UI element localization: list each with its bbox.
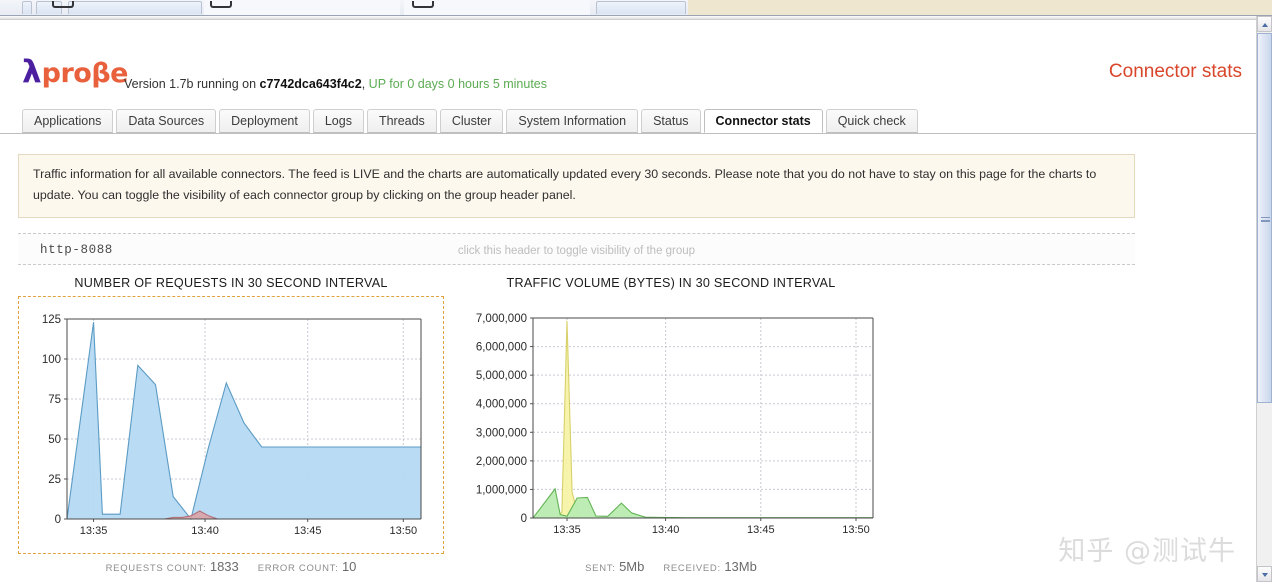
- browser-tab-notch-1: [52, 1, 74, 8]
- tab-label: Applications: [34, 114, 102, 128]
- y-tick-label: 3,000,000: [476, 427, 527, 439]
- tab-threads[interactable]: Threads: [366, 109, 437, 133]
- tab-label: Threads: [378, 114, 425, 128]
- browser-tab-notch-2: [210, 1, 232, 8]
- x-tick-label: 13:35: [80, 525, 108, 537]
- chart-traffic-footer: SENT: 5Mb RECEIVED: 13Mb: [461, 554, 881, 574]
- watermark: 知乎 @测试牛: [1058, 536, 1236, 567]
- chart-requests-frame: 0 25 50 75 100 125 13:35 13:40 13:45 13:50: [18, 296, 444, 554]
- tab-label: Connector stats: [715, 114, 811, 128]
- tab-label: Logs: [324, 114, 352, 128]
- sent-value: 5Mb: [619, 559, 645, 574]
- chart-svg: 0 25 50 75 100 125 13:35 13:40 13:45 13:50: [42, 314, 422, 537]
- chart-traffic-canvas: 0 1,000,000 2,000,000 3,000,000 4,000,000 5,0…: [461, 296, 881, 557]
- tab-label: System Information: [518, 114, 627, 128]
- x-tick-label: 13:45: [294, 525, 322, 537]
- uptime-text: UP for 0 days 0 hours 5 minutes: [365, 77, 548, 91]
- scrollbar-thumb[interactable]: [1257, 33, 1272, 403]
- browser-tab-notch-3: [412, 1, 434, 8]
- y-tick-label: 125: [42, 314, 61, 326]
- browser-tab-3[interactable]: [68, 1, 202, 14]
- received-label: RECEIVED:: [663, 563, 721, 574]
- x-tick-label: 13:35: [553, 524, 581, 536]
- lambda-glyph-icon: λ: [22, 54, 42, 90]
- chart-requests-title: NUMBER OF REQUESTS IN 30 SECOND INTERVAL: [74, 276, 388, 290]
- logo-wordmark: proβe: [41, 58, 129, 89]
- tab-list: Applications Data Sources Deployment Logs Th…: [22, 109, 918, 133]
- x-tick-label: 13:45: [747, 524, 775, 536]
- tab-cluster[interactable]: Cluster: [439, 109, 504, 133]
- main-tabbar: Applications Data Sources Deployment Logs Th…: [0, 109, 1256, 134]
- tab-logs[interactable]: Logs: [312, 109, 364, 133]
- tab-label: Deployment: [231, 114, 298, 128]
- tab-system-information[interactable]: System Information: [506, 109, 639, 133]
- chart-requests: NUMBER OF REQUESTS IN 30 SECOND INTERVAL…: [18, 276, 444, 574]
- requests-count-value: 1833: [209, 559, 239, 574]
- connector-group-toggle-hint: click this header to toggle visibility o…: [457, 245, 696, 257]
- error-count-label: ERROR COUNT:: [257, 563, 339, 574]
- browser-toolbar-field[interactable]: [204, 0, 400, 15]
- page-content: λproβe Version 1.7b running on c7742dca6…: [0, 21, 1256, 582]
- y-tick-label: 100: [42, 354, 61, 366]
- app-header: λproβe Version 1.7b running on c7742dca6…: [0, 21, 1256, 92]
- browser-tab-1[interactable]: [22, 1, 32, 14]
- chart-traffic: TRAFFIC VOLUME (BYTES) IN 30 SECOND INTE…: [461, 276, 881, 574]
- version-prefix: Version 1.7b running on: [124, 77, 260, 91]
- y-tick-label: 0: [55, 514, 61, 526]
- y-tick-label: 2,000,000: [476, 456, 527, 468]
- y-tick-label: 5,000,000: [476, 370, 527, 382]
- x-tick-label: 13:50: [390, 525, 418, 537]
- y-tick-label: 75: [48, 394, 61, 406]
- tab-label: Status: [653, 114, 689, 128]
- scrollbar-grip-icon: [1261, 217, 1270, 222]
- chart-traffic-title: TRAFFIC VOLUME (BYTES) IN 30 SECOND INTE…: [506, 276, 836, 290]
- y-tick-label: 4,000,000: [476, 399, 527, 411]
- chevron-up-icon: [1262, 23, 1268, 27]
- host-id: c7742dca643f4c2: [259, 77, 362, 91]
- tab-status[interactable]: Status: [641, 109, 701, 133]
- scroll-down-button[interactable]: [1257, 566, 1272, 582]
- y-tick-label: 0: [521, 513, 527, 525]
- version-line: Version 1.7b running on c7742dca643f4c2,…: [124, 77, 547, 91]
- y-tick-label: 1,000,000: [476, 484, 527, 496]
- received-value: 13Mb: [724, 559, 757, 574]
- y-tick-label: 6,000,000: [476, 342, 527, 354]
- requests-count-label: REQUESTS COUNT:: [105, 563, 207, 574]
- chevron-down-icon: [1262, 573, 1268, 577]
- page-title: Connector stats: [1108, 61, 1242, 82]
- tab-label: Cluster: [451, 114, 492, 128]
- tab-quick-check[interactable]: Quick check: [825, 109, 918, 133]
- tab-connector-stats[interactable]: Connector stats: [703, 109, 823, 133]
- browser-chrome-right-pane: [688, 0, 1272, 15]
- sent-label: SENT:: [585, 563, 616, 574]
- x-tick-label: 13:50: [842, 524, 870, 536]
- y-tick-label: 7,000,000: [476, 313, 527, 325]
- tab-label: Data Sources: [128, 114, 205, 128]
- vertical-scrollbar[interactable]: [1256, 16, 1272, 582]
- tab-data-sources[interactable]: Data Sources: [116, 109, 217, 133]
- chart-svg: 0 1,000,000 2,000,000 3,000,000 4,000,000 5,0…: [476, 313, 874, 536]
- info-banner: Traffic information for all available co…: [18, 154, 1135, 218]
- scroll-up-button[interactable]: [1257, 16, 1272, 32]
- connector-group-header-http-8088[interactable]: http-8088 click this header to toggle vi…: [18, 233, 1135, 265]
- y-tick-label: 25: [48, 474, 61, 486]
- y-tick-label: 50: [48, 434, 61, 446]
- browser-chrome-divider: [0, 16, 1272, 20]
- browser-tab-4[interactable]: [596, 1, 686, 14]
- chart-traffic-frame: 0 1,000,000 2,000,000 3,000,000 4,000,000 5,0…: [461, 296, 881, 554]
- tab-deployment[interactable]: Deployment: [219, 109, 310, 133]
- x-tick-label: 13:40: [652, 524, 680, 536]
- error-count-value: 10: [341, 559, 357, 574]
- tab-applications[interactable]: Applications: [22, 109, 114, 133]
- tab-label: Quick check: [837, 114, 906, 128]
- x-tick-label: 13:40: [191, 525, 219, 537]
- app-logo: λproβe: [22, 57, 128, 88]
- chart-requests-canvas: 0 25 50 75 100 125 13:35 13:40 13:45 13:50: [19, 297, 443, 558]
- browser-chrome-strip: [0, 0, 1272, 16]
